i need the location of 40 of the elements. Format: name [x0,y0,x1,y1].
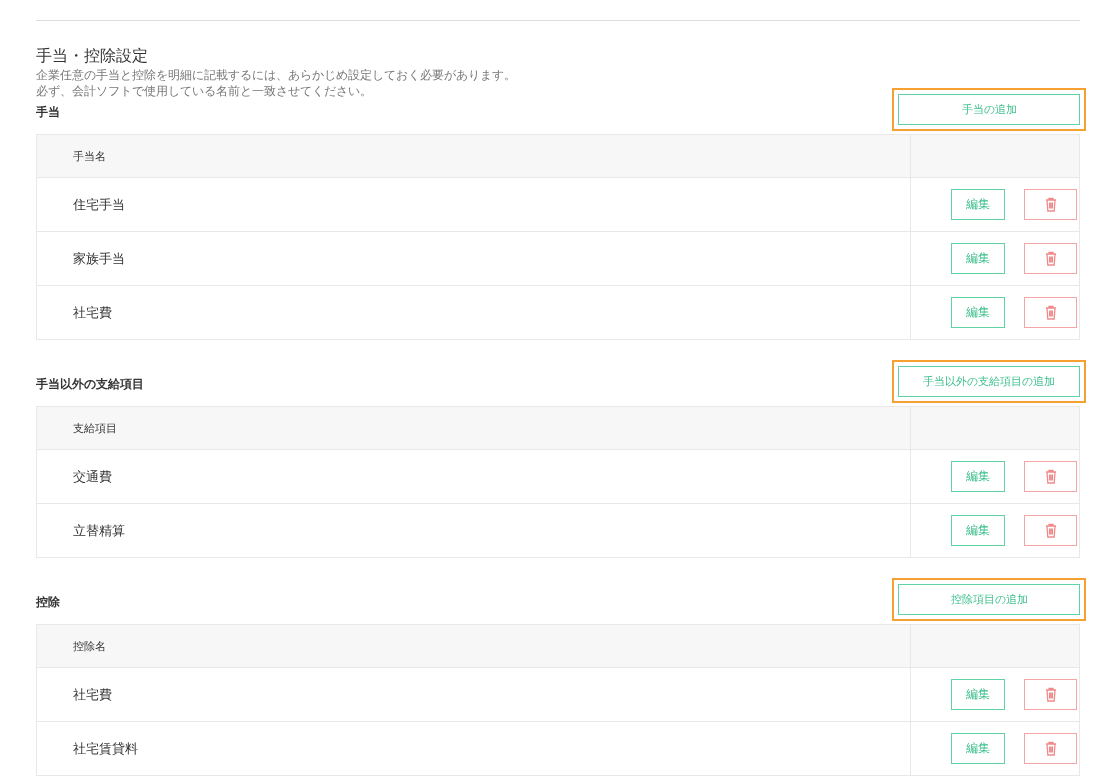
table-cell: 社宅費 [36,285,911,340]
delete-button[interactable] [1024,515,1077,546]
column-header: 控除名 [36,624,911,668]
table-cell: 家族手当 [36,231,911,286]
delete-button[interactable] [1024,733,1077,764]
edit-button[interactable]: 編集 [951,733,1005,764]
table-cell: 社宅賃貸料 [36,721,911,776]
trash-icon [1044,741,1057,756]
delete-button[interactable] [1024,461,1077,492]
section-heading: 控除 [36,594,60,611]
delete-button[interactable] [1024,243,1077,274]
delete-button[interactable] [1024,189,1077,220]
edit-button[interactable]: 編集 [951,297,1005,328]
section-heading: 手当 [36,104,60,121]
column-header: 手当名 [36,134,911,178]
trash-icon [1044,523,1057,538]
edit-button[interactable]: 編集 [951,243,1005,274]
description-text: 企業任意の手当と控除を明細に記載するには、あらかじめ設定しておく必要があります。 [36,67,517,83]
table-cell: 立替精算 [36,503,911,558]
trash-icon [1044,251,1057,266]
delete-button[interactable] [1024,297,1077,328]
column-header: 支給項目 [36,406,911,450]
trash-icon [1044,305,1057,320]
edit-button[interactable]: 編集 [951,461,1005,492]
edit-button[interactable]: 編集 [951,515,1005,546]
edit-button[interactable]: 編集 [951,679,1005,710]
delete-button[interactable] [1024,679,1077,710]
edit-button[interactable]: 編集 [951,189,1005,220]
section-heading: 手当以外の支給項目 [36,376,144,393]
description-text: 必ず、会計ソフトで使用している名前と一致させてください。 [36,83,373,99]
trash-icon [1044,687,1057,702]
add-button[interactable]: 手当の追加 [898,94,1080,125]
table-cell: 交通費 [36,449,911,504]
table-cell: 住宅手当 [36,177,911,232]
page-title: 手当・控除設定 [36,47,149,65]
table-cell: 社宅費 [36,667,911,722]
trash-icon [1044,197,1057,212]
trash-icon [1044,469,1057,484]
add-button[interactable]: 手当以外の支給項目の追加 [898,366,1080,397]
add-button[interactable]: 控除項目の追加 [898,584,1080,615]
